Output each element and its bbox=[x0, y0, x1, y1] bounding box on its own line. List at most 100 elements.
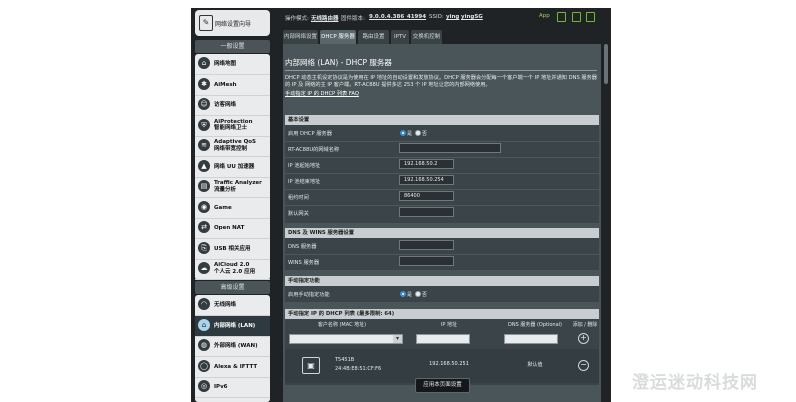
sidebar-item-aimesh[interactable]: ✱ AiMesh bbox=[195, 75, 270, 96]
sidebar-item-alexa[interactable]: ◯ Alexa & IFTTT bbox=[195, 357, 270, 378]
sidebar-item-wan[interactable]: ◍ 外部网络 (WAN) bbox=[195, 336, 270, 357]
col-ip-address: IP 地址 bbox=[440, 322, 458, 328]
tab-1[interactable]: DHCP 服务器 bbox=[320, 30, 356, 44]
enable-dhcp-no-radio[interactable] bbox=[415, 130, 421, 136]
firmware-label: 固件版本: bbox=[341, 16, 365, 22]
sidebar-item-cloud[interactable]: ☁ AiCloud 2.0 个人云 2.0 应用 bbox=[195, 259, 270, 280]
sidebar-item-shield[interactable]: ⛨ AiProtection 智能网络卫士 bbox=[195, 116, 270, 137]
gateway-label: 默认网关 bbox=[288, 211, 309, 217]
router-admin-window: ✎ 网络设置向导 一般设置 ⌂ 网络地图 ✱ AiMesh ☺ 访客网络 ⛨ AiProtec… bbox=[191, 8, 611, 402]
pool-start-row: IP 池起始地址 192.168.50.2 bbox=[285, 157, 599, 174]
app-label[interactable]: App bbox=[539, 13, 550, 19]
qos-icon: ≋ bbox=[198, 139, 210, 151]
sidebar-item-guest-network[interactable]: ☺ 访客网络 bbox=[195, 95, 270, 116]
mode-value-link[interactable]: 无线路由器 bbox=[311, 14, 339, 22]
enable-dhcp-yes-label: 是 bbox=[407, 131, 413, 137]
manual-list-header: 手动指定 IP 的 DHCP 列表 (最多限制: 64) bbox=[285, 309, 599, 319]
page-title: 内部网络 (LAN) - DHCP 服务器 bbox=[285, 58, 392, 67]
tab-3[interactable]: IPTV bbox=[391, 30, 409, 44]
enable-dhcp-no-label: 否 bbox=[422, 131, 428, 137]
lease-time-input[interactable]: 86400 bbox=[399, 191, 454, 201]
sidebar-item-traffic-analyzer[interactable]: ▤ Traffic Analyzer 流量分析 bbox=[195, 177, 270, 198]
wins-server-row: WINS 服务器 bbox=[285, 254, 599, 270]
sidebar-item-ipv6[interactable]: ◎ IPv6 bbox=[195, 377, 270, 398]
client-mac: 24:4B:E8:51:CF:F6 bbox=[335, 366, 382, 372]
wizard-icon: ✎ bbox=[199, 15, 213, 31]
alexa-icon: ◯ bbox=[198, 359, 210, 372]
scrollbar[interactable] bbox=[604, 44, 608, 84]
gateway-row: 默认网关 bbox=[285, 205, 599, 221]
uu-booster-icon: ▲ bbox=[198, 159, 210, 172]
firmware-value-link[interactable]: 9.0.0.4.386_41994 bbox=[369, 14, 426, 20]
sidebar-item-wireless[interactable]: ◠ 无线网络 bbox=[195, 295, 270, 316]
client-device-icon: ▣ bbox=[302, 357, 320, 374]
ssid-2[interactable]: yingSG bbox=[461, 14, 483, 20]
enable-dhcp-yes-radio[interactable] bbox=[400, 130, 406, 136]
client-name-input[interactable]: ▾ bbox=[289, 334, 403, 344]
title-divider bbox=[285, 70, 597, 71]
status-bar: 操作模式: 无线路由器 固件版本: 9.0.0.4.386_41994 SSID… bbox=[279, 12, 609, 24]
add-entry-button[interactable]: + bbox=[578, 333, 589, 344]
network-map-icon: ⌂ bbox=[198, 57, 210, 69]
quick-setup-button[interactable]: ✎ 网络设置向导 bbox=[195, 10, 270, 36]
page-description: DHCP 动态主机设定协议是为使用在 IP 地址的自动设置和发放协议。DHCP … bbox=[285, 75, 597, 88]
new-dns-input[interactable] bbox=[504, 334, 558, 344]
gateway-input[interactable] bbox=[399, 207, 454, 217]
sidebar-item-label: Adaptive QoS 网络带宽控制 bbox=[214, 139, 257, 152]
sidebar-item-label: 网络 UU 加速器 bbox=[214, 163, 255, 170]
sidebar-item-game[interactable]: ◉ Game bbox=[195, 198, 270, 219]
traffic-analyzer-icon: ▤ bbox=[198, 180, 210, 192]
pool-end-row: IP 池结束地址 192.168.50.254 bbox=[285, 173, 599, 190]
guest-network-icon: ☺ bbox=[198, 98, 210, 110]
general-settings-header: 一般设置 bbox=[195, 40, 270, 53]
dhcp-panel: 内部网络 (LAN) - DHCP 服务器 DHCP 动态主机设定协议是为使用在… bbox=[283, 44, 601, 402]
client-dropdown-icon[interactable]: ▾ bbox=[393, 335, 402, 343]
advanced-settings-header: 高级设置 bbox=[195, 281, 270, 294]
basic-settings-group: 基本设置 启用 DHCP 服务器 是 否 RT-AC88U的网域名称 IP 池起… bbox=[285, 115, 599, 223]
apply-button[interactable]: 应用本页面设置 bbox=[415, 378, 470, 393]
advanced-menu: ◠ 无线网络 ⌂ 内部网络 (LAN) ◍ 外部网络 (WAN) ◯ Alexa & IFTT… bbox=[195, 295, 270, 402]
sidebar-item-usb[interactable]: ⎘ USB 相关应用 bbox=[195, 239, 270, 260]
sidebar-item-label: AiCloud 2.0 个人云 2.0 应用 bbox=[214, 262, 256, 275]
sidebar-item-label: 网络地图 bbox=[214, 61, 237, 67]
sidebar-item-uu-booster[interactable]: ▲ 网络 UU 加速器 bbox=[195, 157, 270, 178]
manual-no-label: 否 bbox=[422, 292, 428, 298]
manual-enable-row: 启用手动指定功能 是 否 bbox=[285, 286, 599, 302]
manual-yes-radio[interactable] bbox=[400, 291, 406, 297]
pool-start-input[interactable]: 192.168.50.2 bbox=[399, 159, 454, 169]
pool-end-input[interactable]: 192.168.50.254 bbox=[399, 175, 454, 185]
sidebar-item-network-map[interactable]: ⌂ 网络地图 bbox=[195, 54, 270, 75]
sidebar-item-label: 内部网络 (LAN) bbox=[214, 322, 256, 329]
ssid-1[interactable]: ying bbox=[446, 14, 459, 20]
faq-link[interactable]: 手动指定 IP 的 DHCP 列表 FAQ bbox=[285, 90, 359, 97]
aimesh-icon: ✱ bbox=[198, 77, 210, 90]
usb-status-icon[interactable] bbox=[572, 12, 581, 22]
tab-2[interactable]: 路由设置 bbox=[358, 30, 389, 44]
delete-entry-button[interactable]: − bbox=[578, 360, 589, 371]
sidebar-item-open-nat[interactable]: ⇄ Open NAT bbox=[195, 218, 270, 239]
client-dns: 默认值 bbox=[527, 362, 543, 368]
wan-icon: ◍ bbox=[198, 339, 210, 351]
sidebar-item-label: 访客网络 bbox=[214, 102, 237, 108]
phone-icon[interactable] bbox=[557, 12, 566, 22]
general-menu: ⌂ 网络地图 ✱ AiMesh ☺ 访客网络 ⛨ AiProtection 智能网络卫士 ≋ Ada… bbox=[195, 54, 270, 280]
domain-name-input[interactable] bbox=[399, 143, 501, 153]
cloud-icon: ☁ bbox=[198, 262, 210, 274]
sidebar-item-label: Open NAT bbox=[214, 225, 245, 231]
tab-0[interactable]: 内部网络设置 bbox=[283, 30, 318, 44]
sidebar-item-lan[interactable]: ⌂ 内部网络 (LAN) bbox=[195, 315, 270, 337]
network-status-icon[interactable] bbox=[586, 12, 595, 22]
dns-server-input[interactable] bbox=[399, 240, 454, 250]
manual-assignment-group: 手动指定功能 启用手动指定功能 是 否 bbox=[285, 276, 599, 302]
tab-4[interactable]: 交换机控制 bbox=[411, 30, 442, 44]
mode-label: 操作模式: bbox=[285, 16, 309, 22]
sidebar-item-label: AiMesh bbox=[214, 81, 237, 88]
sidebar-item-qos[interactable]: ≋ Adaptive QoS 网络带宽控制 bbox=[195, 136, 270, 157]
col-add-delete: 添加 / 删除 bbox=[572, 322, 598, 328]
new-ip-input[interactable] bbox=[416, 334, 470, 344]
wins-server-input[interactable] bbox=[399, 256, 454, 266]
sidebar-item-label: 无线网络 bbox=[214, 302, 237, 308]
wireless-icon: ◠ bbox=[198, 298, 210, 310]
dns-wins-group: DNS 及 WINS 服务器设置 DNS 服务器 WINS 服务器 bbox=[285, 228, 599, 270]
manual-no-radio[interactable] bbox=[415, 291, 421, 297]
